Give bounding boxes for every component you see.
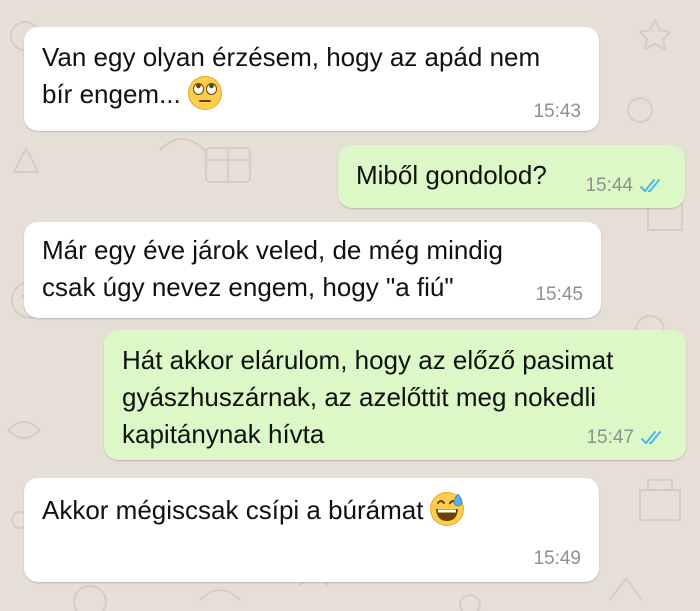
grinning-face-with-sweat-icon [430,492,465,527]
message-bubble-incoming[interactable]: Akkor mégiscsak csípi a búrámat 15:49 [24,478,599,582]
timestamp: 15:43 [533,101,581,122]
double-check-read-icon [641,431,661,444]
message-meta: 15:45 [535,284,583,306]
message-text: Van egy olyan érzésem, hogy az apád nem … [42,39,540,114]
message-meta: 15:49 [533,548,581,570]
message-line: Már egy éve járok veled, de még mindig [42,235,504,265]
message-bubble-incoming[interactable]: Van egy olyan érzésem, hogy az apád nem … [24,27,599,131]
message-line: Hát akkor elárulom, hogy az előző pasima… [122,345,614,375]
timestamp: 15:47 [586,427,634,448]
message-meta: 15:44 [585,175,667,197]
message-bubble-incoming[interactable]: Már egy éve járok veled, de még mindig c… [24,222,601,318]
message-line: bír engem... [42,79,181,109]
message-meta: 15:43 [533,101,581,123]
double-check-read-icon [640,179,660,192]
message-line: Miből gondolod? [356,160,547,190]
message-line: csak úgy nevez engem, hogy "a fiú" [42,272,454,302]
message-line: gyászhuszárnak, az azelőttit meg nokedli [122,382,597,412]
message-text: Akkor mégiscsak csípi a búrámat [42,492,465,530]
message-text: Hát akkor elárulom, hogy az előző pasima… [122,342,613,453]
message-line: Van egy olyan érzésem, hogy az apád nem [42,42,541,72]
timestamp: 15:45 [535,284,583,305]
message-text: Már egy éve járok veled, de még mindig c… [42,232,503,306]
message-bubble-outgoing[interactable]: Miből gondolod? 15:44 [338,145,685,208]
message-line: Akkor mégiscsak csípi a búrámat [42,495,424,525]
message-text: Miből gondolod? [356,157,547,194]
timestamp: 15:49 [533,548,581,569]
message-meta: 15:47 [586,427,668,449]
timestamp: 15:44 [585,175,633,196]
message-line: kapitánynak hívta [122,419,325,449]
face-with-rolling-eyes-icon [187,76,222,111]
message-bubble-outgoing[interactable]: Hát akkor elárulom, hogy az előző pasima… [104,330,686,460]
